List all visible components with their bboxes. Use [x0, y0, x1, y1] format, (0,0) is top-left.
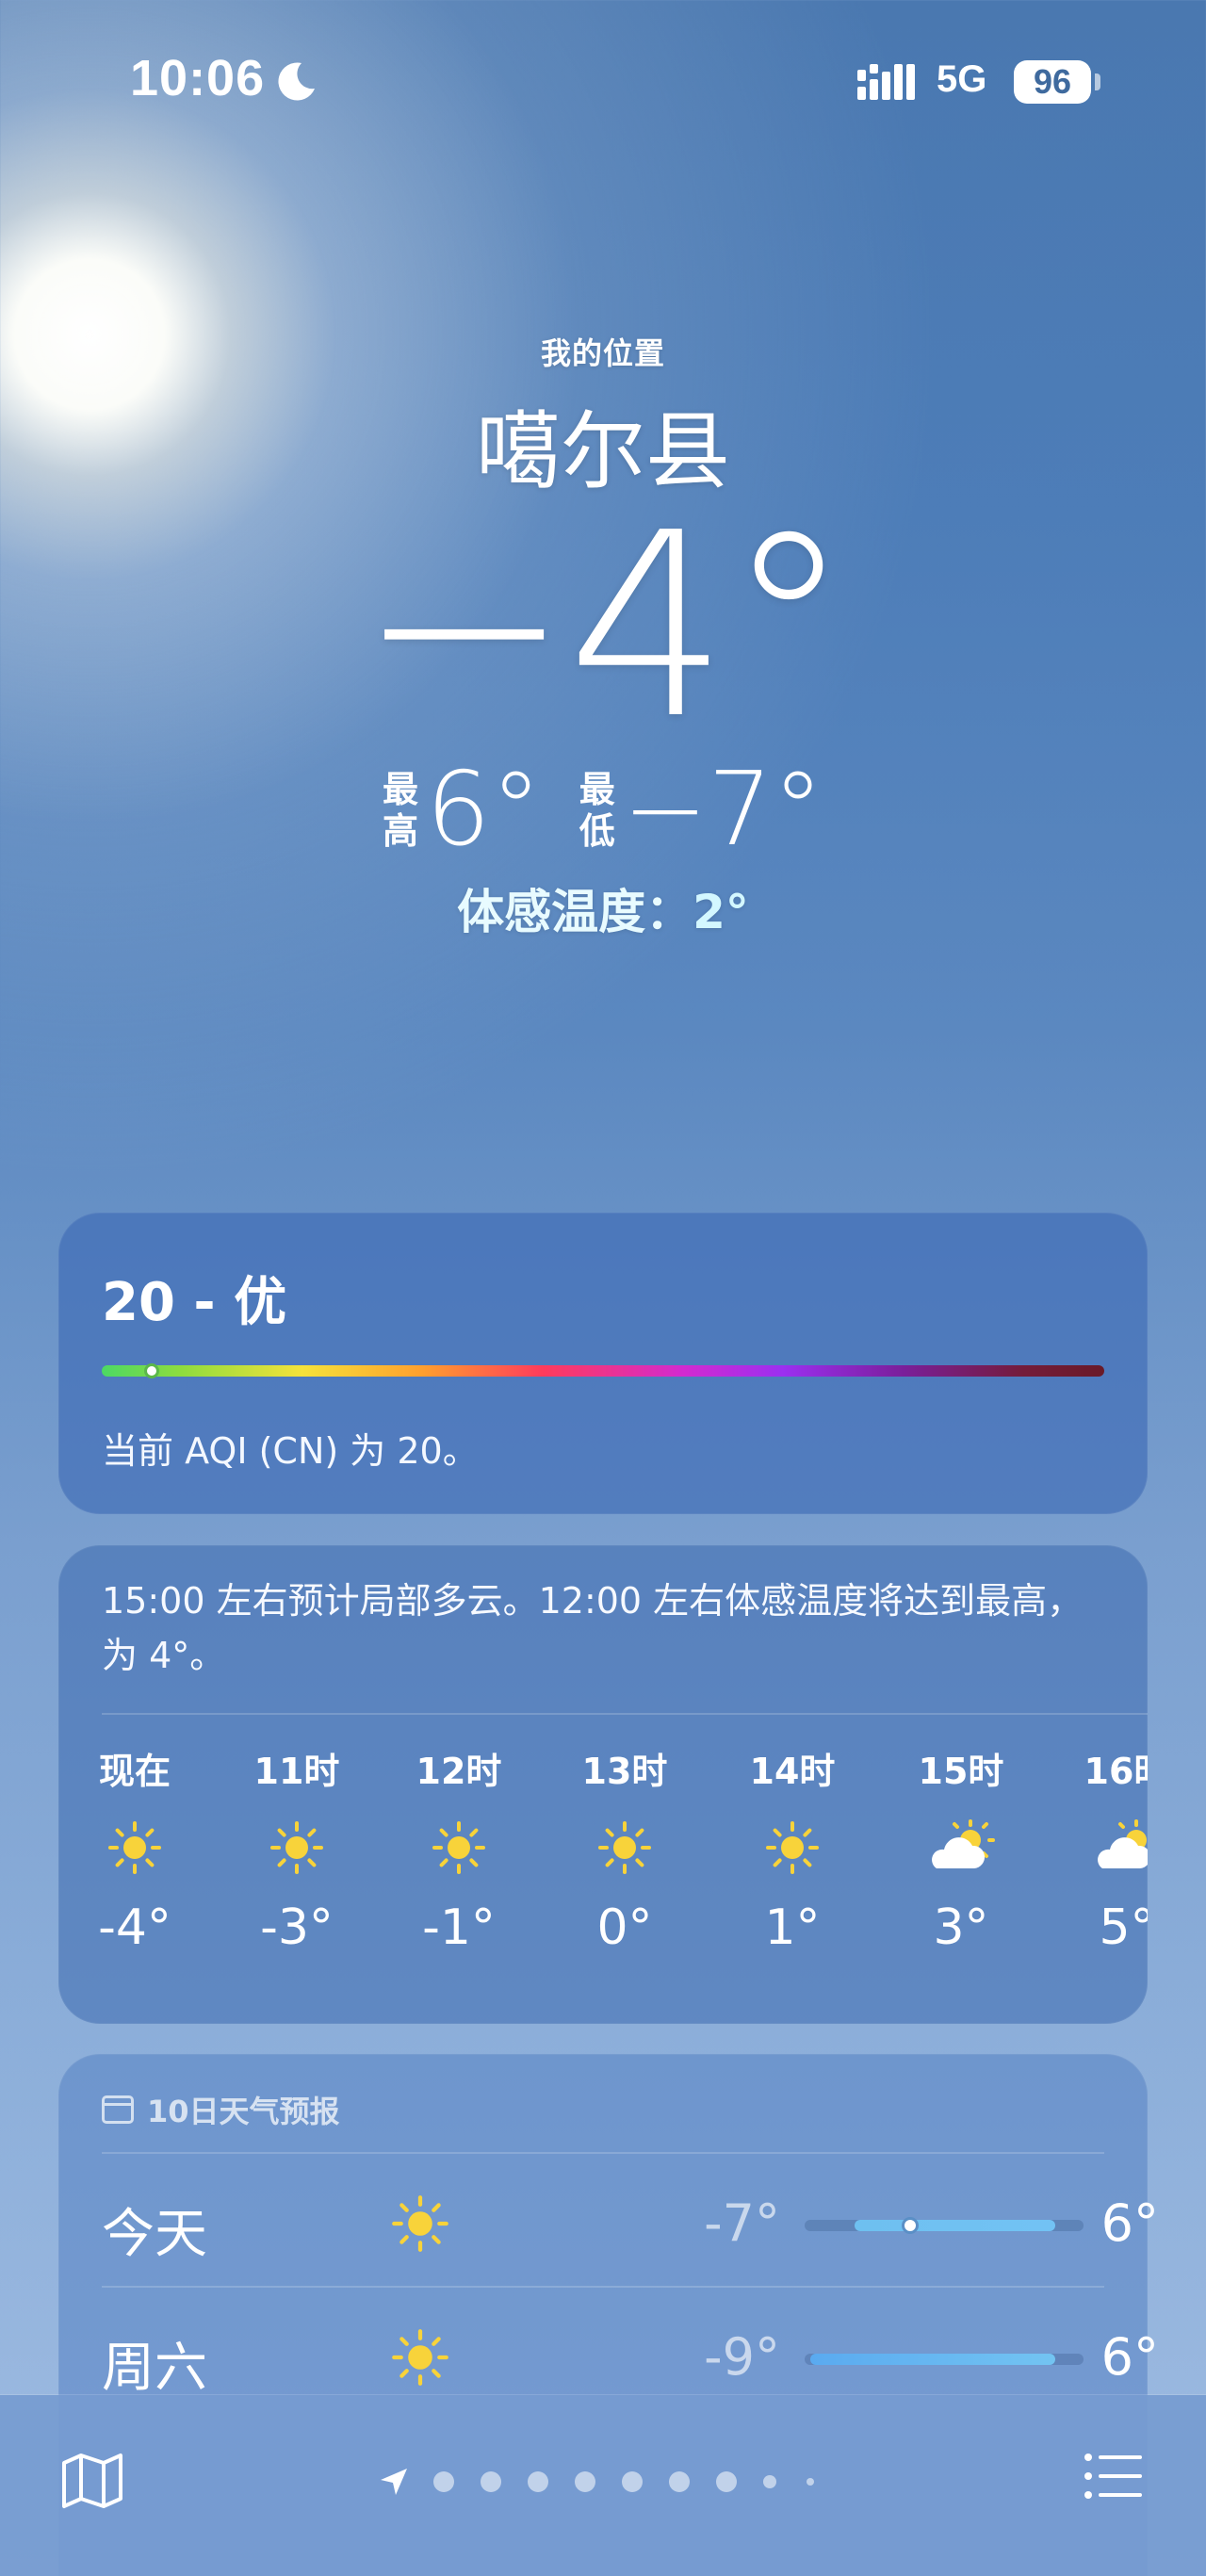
- low-temp: 最 低 −7°: [579, 759, 823, 861]
- location-arrow-icon: [381, 2469, 407, 2495]
- page-dot: [807, 2478, 814, 2486]
- page-dot: [433, 2471, 454, 2492]
- current-weather: 我的位置 噶尔县 −4° 最 高 6° 最 低 −7° 体感温度：2°: [0, 330, 1206, 942]
- battery-indicator: 96: [1014, 60, 1091, 104]
- list-icon[interactable]: [1084, 2452, 1144, 2501]
- temp-range-track: [805, 2217, 1084, 2234]
- hour-label: 现在: [98, 1751, 171, 1792]
- sun-icon: [392, 2329, 448, 2386]
- hour-label: 12时: [416, 1751, 502, 1792]
- hourly-summary: 15:00 左右预计局部多云。12:00 左右体感温度将达到最高，为 4°。: [102, 1580, 1084, 1676]
- current-temp-marker: [902, 2217, 920, 2234]
- hour-temp: 3°: [933, 1899, 989, 1956]
- hour-column: 15时 3°: [895, 1743, 1027, 1965]
- hour-column: 12时 -1°: [393, 1743, 525, 1965]
- sun-icon: [69, 1805, 201, 1890]
- signal-icon: [857, 64, 915, 100]
- status-bar: 10:06 5G 96: [0, 0, 1206, 160]
- network-type: 5G: [937, 58, 987, 100]
- temp-range-fill: [855, 2220, 1056, 2231]
- sun-icon: [392, 2195, 448, 2252]
- location-label: 我的位置: [540, 335, 665, 371]
- low-label-char-2: 低: [579, 810, 615, 852]
- aqi-indicator: [144, 1363, 159, 1378]
- page-dot: [669, 2471, 690, 2492]
- hourly-forecast-card[interactable]: 15:00 左右预计局部多云。12:00 左右体感温度将达到最高，为 4°。 现…: [58, 1545, 1148, 2024]
- hourly-divider: [102, 1713, 1148, 1715]
- sun-icon: [559, 1805, 691, 1890]
- high-temp: 最 高 6°: [383, 759, 542, 861]
- hour-label: 14时: [749, 1751, 836, 1792]
- daily-row[interactable]: 今天 -7° 6°: [58, 2165, 1159, 2278]
- current-temperature: −4°: [357, 478, 852, 774]
- feels-like-label: 体感温度：: [457, 885, 693, 939]
- partly-cloudy-icon: [1061, 1805, 1148, 1890]
- hour-temp: 1°: [764, 1899, 821, 1956]
- high-label-char-2: 高: [383, 810, 419, 852]
- low-value: −7°: [622, 751, 823, 869]
- day-label: 周六: [102, 2338, 207, 2399]
- hour-column: 现在 -4°: [69, 1743, 201, 1965]
- hour-column: 14时 1°: [726, 1743, 858, 1965]
- day-label: 今天: [102, 2204, 207, 2265]
- hour-label: 11时: [253, 1751, 340, 1792]
- hour-temp: 5°: [1099, 1899, 1148, 1956]
- low-label-char-1: 最: [579, 769, 615, 810]
- daily-header-label: 10日天气预报: [147, 2094, 340, 2129]
- page-dot: [716, 2471, 737, 2492]
- feels-like-value: 2°: [693, 885, 749, 939]
- hour-label: 16时: [1084, 1751, 1148, 1792]
- hour-label: 13时: [581, 1751, 668, 1792]
- hour-column: 13时 0°: [559, 1743, 691, 1965]
- map-icon[interactable]: [60, 2452, 124, 2510]
- aqi-card[interactable]: 20 - 优 当前 AQI (CN) 为 20。: [58, 1213, 1148, 1514]
- page-dot: [575, 2471, 595, 2492]
- temp-range-track: [805, 2354, 1084, 2365]
- page-dot: [481, 2471, 501, 2492]
- daily-divider: [102, 2152, 1104, 2154]
- hour-temp: -3°: [260, 1899, 334, 1956]
- bottom-toolbar: [0, 2395, 1206, 2576]
- hourly-scroll[interactable]: 现在 -4° 11时 -3° 12时 -1° 13时 0° 14时 1° 15时…: [58, 1743, 1148, 2007]
- page-dot: [763, 2475, 776, 2488]
- low-label: 最 低: [579, 769, 615, 852]
- day-high: 6°: [1100, 2327, 1159, 2387]
- hour-column: 11时 -3°: [231, 1743, 363, 1965]
- hour-temp: -4°: [98, 1899, 171, 1956]
- day-low: -9°: [704, 2327, 780, 2387]
- partly-cloudy-icon: [895, 1805, 1027, 1890]
- high-low: 最 高 6° 最 低 −7°: [0, 759, 1206, 861]
- page-dot: [622, 2471, 643, 2492]
- status-time: 10:06: [130, 50, 266, 106]
- aqi-description: 当前 AQI (CN) 为 20。: [102, 1430, 479, 1472]
- page-indicator[interactable]: [377, 2459, 840, 2504]
- day-high: 6°: [1100, 2193, 1159, 2253]
- sun-icon: [393, 1805, 525, 1890]
- page-dot: [528, 2471, 548, 2492]
- moon-icon: [278, 62, 315, 101]
- daily-header: 10日天气预报: [102, 2088, 340, 2131]
- high-label-char-1: 最: [383, 769, 419, 810]
- day-low: -7°: [704, 2193, 780, 2253]
- sun-icon: [726, 1805, 858, 1890]
- hour-temp: 0°: [596, 1899, 653, 1956]
- hour-column: 16时 5°: [1061, 1743, 1148, 1965]
- daily-divider: [102, 2286, 1104, 2288]
- hour-temp: -1°: [422, 1899, 496, 1956]
- temp-range-fill: [809, 2354, 1056, 2365]
- high-label: 最 高: [383, 769, 418, 852]
- battery-nub: [1095, 73, 1100, 90]
- aqi-scale-bar: [102, 1365, 1104, 1377]
- hour-label: 15时: [918, 1751, 1004, 1792]
- feels-like: 体感温度：2°: [0, 874, 1206, 942]
- high-value: 6°: [426, 751, 542, 869]
- sun-icon: [231, 1805, 363, 1890]
- calendar-icon: [102, 2095, 134, 2124]
- aqi-title: 20 - 优: [102, 1272, 287, 1333]
